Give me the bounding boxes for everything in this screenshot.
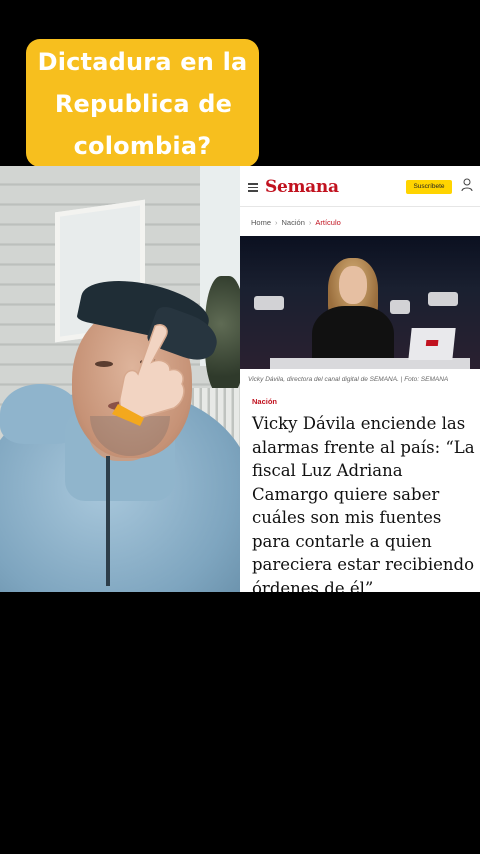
caption-line-2: Republica de <box>54 90 233 118</box>
chevron-right-icon: › <box>275 218 278 227</box>
caption-overlay: Dictadura en la Republica de colombia? <box>26 39 259 167</box>
chevron-right-icon: › <box>308 218 312 227</box>
article-photo <box>240 236 480 369</box>
studio-light <box>254 296 284 310</box>
laptop <box>408 328 456 360</box>
jacket-zipper <box>106 456 110 586</box>
studio-light <box>390 300 410 314</box>
site-header: Semana Suscríbete <box>240 166 480 207</box>
menu-icon[interactable] <box>248 183 258 192</box>
breadcrumb: Home › Nación › Artículo <box>251 218 341 227</box>
pointing-hand-icon <box>112 324 185 426</box>
breadcrumb-home[interactable]: Home <box>251 218 271 227</box>
user-icon[interactable] <box>461 178 473 192</box>
video-frame[interactable]: Semana Suscríbete Home › Nación › Artículo V… <box>0 166 480 592</box>
breadcrumb-nacion[interactable]: Nación <box>282 218 305 227</box>
site-logo[interactable]: Semana <box>265 177 339 197</box>
breadcrumb-current: Artículo <box>315 218 341 227</box>
photo-caption: Vicky Dávila, directora del canal digita… <box>248 376 449 383</box>
caption-line-3: colombia? <box>73 132 212 160</box>
studio-light <box>428 292 458 306</box>
article-headline: Vicky Dávila enciende las alarmas frente… <box>252 414 475 592</box>
presenter-face <box>339 266 367 304</box>
article-screenshot: Semana Suscríbete Home › Nación › Artículo V… <box>240 166 480 592</box>
caption-line-1: Dictadura en la <box>37 48 248 76</box>
subscribe-button[interactable]: Suscríbete <box>406 180 452 194</box>
section-label[interactable]: Nación <box>252 397 277 406</box>
